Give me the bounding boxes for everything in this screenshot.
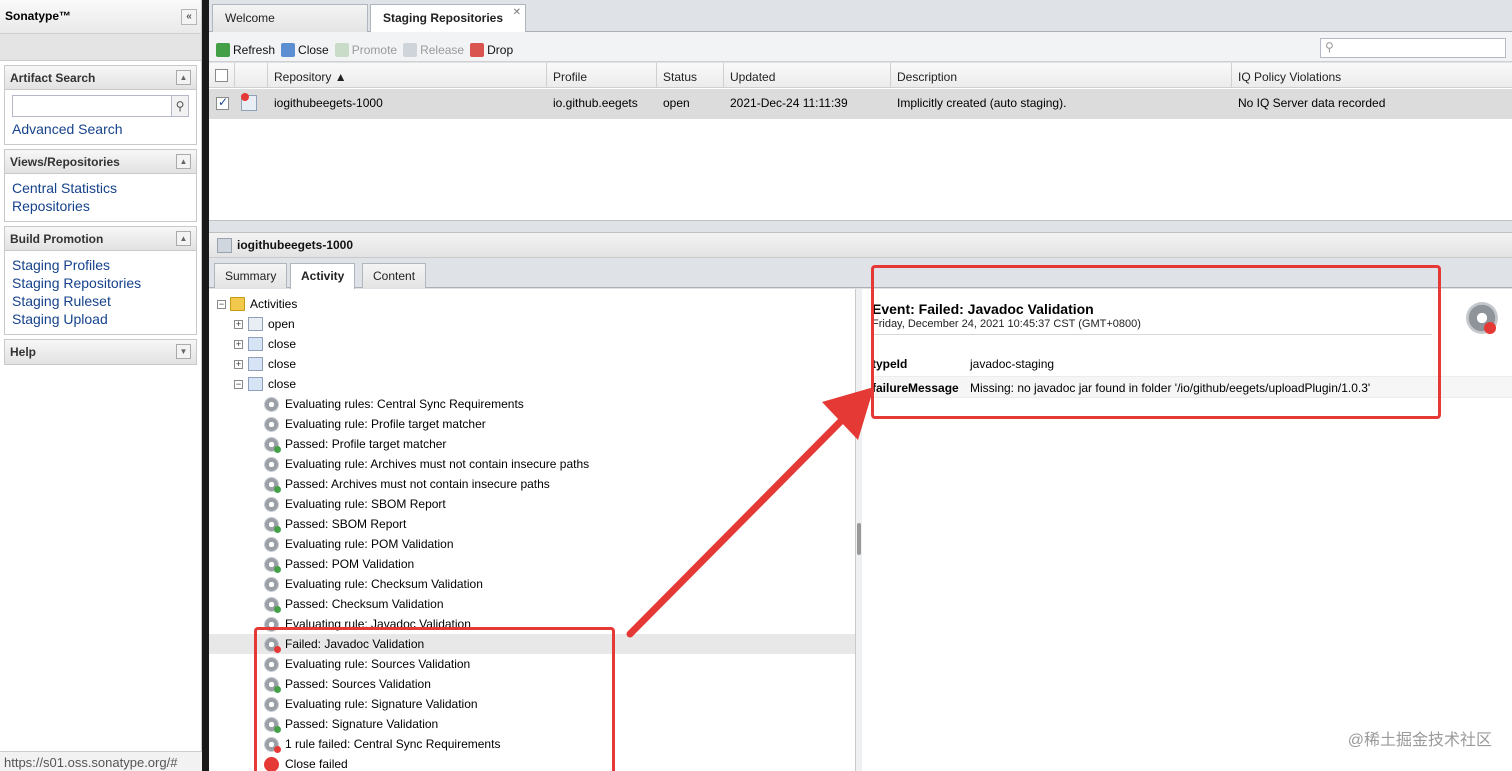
app-root: Sonatype™ « Artifact Search ▲ ⚲ Advanced…	[0, 0, 1512, 771]
watermark: @稀土掘金技术社区	[1347, 732, 1492, 749]
annotation-arrow	[626, 387, 874, 638]
